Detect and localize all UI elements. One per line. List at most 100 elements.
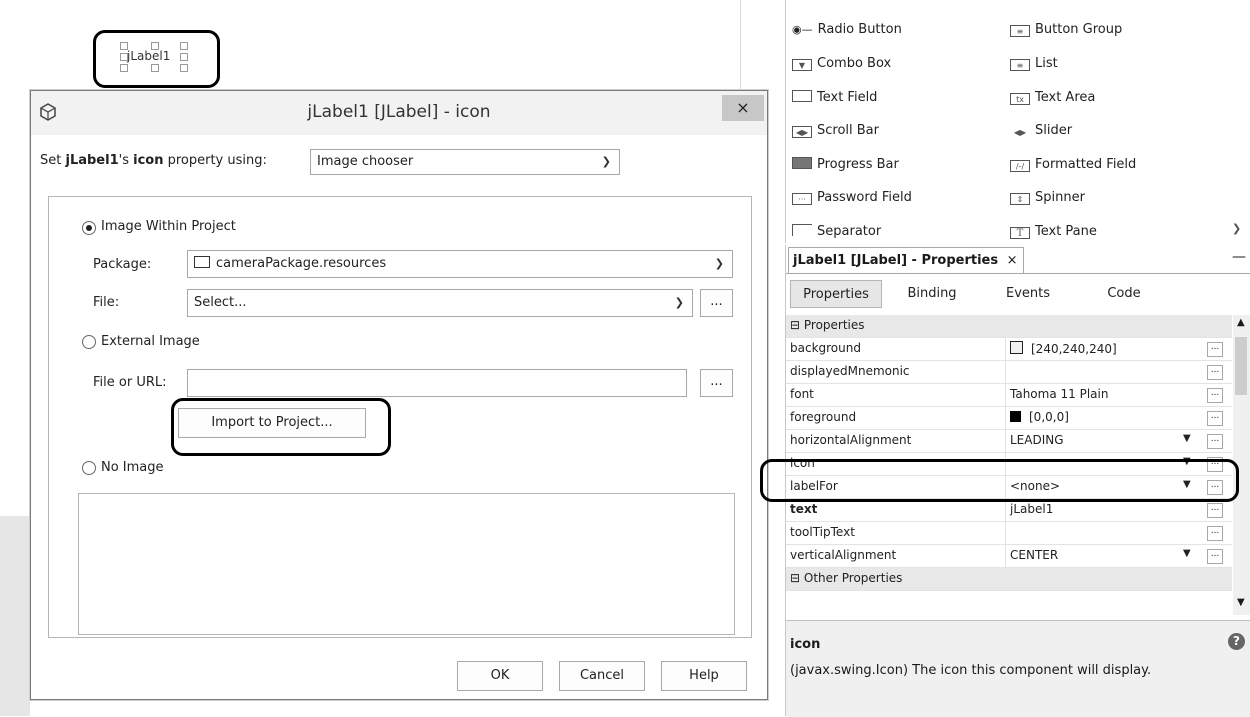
palette-item-separator[interactable]: Separator: [792, 224, 881, 239]
chevron-down-icon: ❯: [601, 155, 611, 168]
property-name: text: [790, 502, 818, 516]
browse-url-button[interactable]: ...: [700, 369, 733, 397]
palette-item-scroll-bar[interactable]: ◀▶ Scroll Bar: [792, 123, 879, 138]
minimize-icon[interactable]: —: [1232, 249, 1246, 265]
palette-item-text-field[interactable]: Text Field: [792, 90, 877, 105]
dropdown-arrow-icon[interactable]: ▼: [1183, 433, 1191, 444]
scroll-up-icon[interactable]: ▲: [1237, 317, 1245, 328]
palette-item-list[interactable]: ≡ List: [1010, 56, 1058, 71]
color-swatch: [1010, 411, 1021, 422]
highlight-icon-property: [760, 459, 1239, 502]
help-button[interactable]: Help: [661, 661, 747, 691]
close-icon[interactable]: ×: [1007, 253, 1018, 268]
palette-item-combo-box[interactable]: ▼ Combo Box: [792, 56, 891, 71]
property-name: verticalAlignment: [790, 548, 897, 562]
intro-middle: 's: [118, 153, 134, 168]
property-row[interactable]: verticalAlignment CENTER ▼ ...: [786, 545, 1232, 568]
property-name: background: [790, 341, 861, 355]
edit-button[interactable]: ...: [1207, 388, 1223, 403]
palette-item-spinner[interactable]: ⇕ Spinner: [1010, 190, 1085, 205]
folder-icon: [194, 256, 210, 268]
edit-button[interactable]: ...: [1207, 342, 1223, 357]
help-text: (javax.swing.Icon) The icon this compone…: [790, 663, 1152, 678]
edit-button[interactable]: ...: [1207, 411, 1223, 426]
radio-image-within-project[interactable]: [82, 221, 96, 235]
column-separator: [1005, 430, 1006, 452]
formatted-field-icon: /-/: [1010, 160, 1030, 172]
spinner-icon: ⇕: [1010, 193, 1030, 205]
browse-file-button[interactable]: ...: [700, 289, 733, 317]
scroll-down-icon[interactable]: ▼: [1237, 597, 1245, 608]
palette-item-password-field[interactable]: ··· Password Field: [792, 190, 912, 205]
category-text: Other Properties: [803, 571, 903, 585]
radio-external-image[interactable]: [82, 335, 96, 349]
palette-item-progress-bar[interactable]: Progress Bar: [792, 157, 899, 172]
property-value-text: [240,240,240]: [1031, 342, 1117, 356]
close-icon[interactable]: ×: [722, 95, 764, 121]
edit-button[interactable]: ...: [1207, 549, 1223, 564]
property-name: font: [790, 387, 814, 401]
property-value-text: [0,0,0]: [1029, 410, 1069, 424]
ok-button[interactable]: OK: [457, 661, 543, 691]
category-properties[interactable]: ⊟ Properties: [786, 315, 1232, 338]
chooser-select[interactable]: Image chooser ❯: [310, 149, 620, 175]
button-group-icon: ≡: [1010, 25, 1030, 37]
help-title: icon: [790, 637, 821, 652]
scrollbar-thumb[interactable]: [1235, 337, 1247, 395]
column-separator: [1005, 361, 1006, 383]
subtab-binding[interactable]: Binding: [886, 280, 978, 308]
subtab-code[interactable]: Code: [1078, 280, 1170, 308]
property-row[interactable]: text jLabel1 ...: [786, 499, 1232, 522]
help-icon[interactable]: ?: [1228, 633, 1245, 650]
subtab-events[interactable]: Events: [982, 280, 1074, 308]
file-label: File:: [93, 295, 120, 310]
properties-tab[interactable]: jLabel1 [JLabel] - Properties ×: [788, 247, 1024, 273]
property-name: foreground: [790, 410, 857, 424]
file-select[interactable]: Select... ❯: [187, 289, 693, 317]
palette-item-formatted-field[interactable]: /-/ Formatted Field: [1010, 157, 1136, 172]
palette-item-radio-button[interactable]: ◉— Radio Button: [792, 22, 902, 37]
dialog-title: jLabel1 [JLabel] - icon: [307, 102, 491, 122]
file-or-url-input[interactable]: [187, 369, 687, 397]
edit-button[interactable]: ...: [1207, 503, 1223, 518]
palette-item-text-pane[interactable]: T Text Pane: [1010, 224, 1097, 239]
property-help-panel: icon (javax.swing.Icon) The icon this co…: [786, 620, 1250, 717]
palette-item-slider[interactable]: ◀▶ Slider: [1010, 123, 1072, 139]
subtab-properties[interactable]: Properties: [790, 280, 882, 308]
category-other-properties[interactable]: ⊟ Other Properties: [786, 568, 1232, 591]
palette-item-label: Radio Button: [817, 22, 902, 37]
property-row[interactable]: background [240,240,240] ...: [786, 338, 1232, 361]
radio-label-within-project: Image Within Project: [101, 219, 236, 234]
palette-item-button-group[interactable]: ≡ Button Group: [1010, 22, 1122, 37]
palette-item-label: Formatted Field: [1035, 157, 1137, 172]
properties-tab-title: jLabel1 [JLabel] - Properties: [793, 253, 999, 268]
component-palette: ◉— Radio Button ≡ Button Group ▼ Combo Box …: [785, 0, 1250, 243]
property-row[interactable]: displayedMnemonic ...: [786, 361, 1232, 384]
color-swatch: [1010, 341, 1023, 354]
chevron-down-icon[interactable]: ❯: [1232, 222, 1241, 235]
cancel-button[interactable]: Cancel: [559, 661, 645, 691]
edit-button[interactable]: ...: [1207, 365, 1223, 380]
package-select[interactable]: cameraPackage.resources ❯: [187, 250, 733, 278]
dropdown-arrow-icon[interactable]: ▼: [1183, 548, 1191, 559]
property-value: jLabel1: [1010, 502, 1054, 516]
category-text: Properties: [803, 318, 865, 332]
scroll-bar-icon: ◀▶: [792, 126, 812, 138]
category-label: ⊟ Other Properties: [790, 571, 903, 585]
property-value: Tahoma 11 Plain: [1010, 387, 1109, 401]
property-row[interactable]: toolTipText ...: [786, 522, 1232, 545]
property-row[interactable]: horizontalAlignment LEADING ▼ ...: [786, 430, 1232, 453]
palette-item-label: Button Group: [1035, 22, 1123, 37]
edit-button[interactable]: ...: [1207, 434, 1223, 449]
property-row[interactable]: foreground [0,0,0] ...: [786, 407, 1232, 430]
slider-icon: ◀▶: [1013, 128, 1027, 137]
property-row[interactable]: font Tahoma 11 Plain ...: [786, 384, 1232, 407]
column-separator: [1005, 384, 1006, 406]
separator-icon: [792, 224, 812, 236]
radio-no-image[interactable]: [82, 461, 96, 475]
edit-button[interactable]: ...: [1207, 526, 1223, 541]
palette-item-text-area[interactable]: tx Text Area: [1010, 90, 1095, 105]
property-name: toolTipText: [790, 525, 855, 539]
highlight-jlabel: [93, 30, 220, 88]
text-pane-icon: T: [1010, 227, 1030, 239]
